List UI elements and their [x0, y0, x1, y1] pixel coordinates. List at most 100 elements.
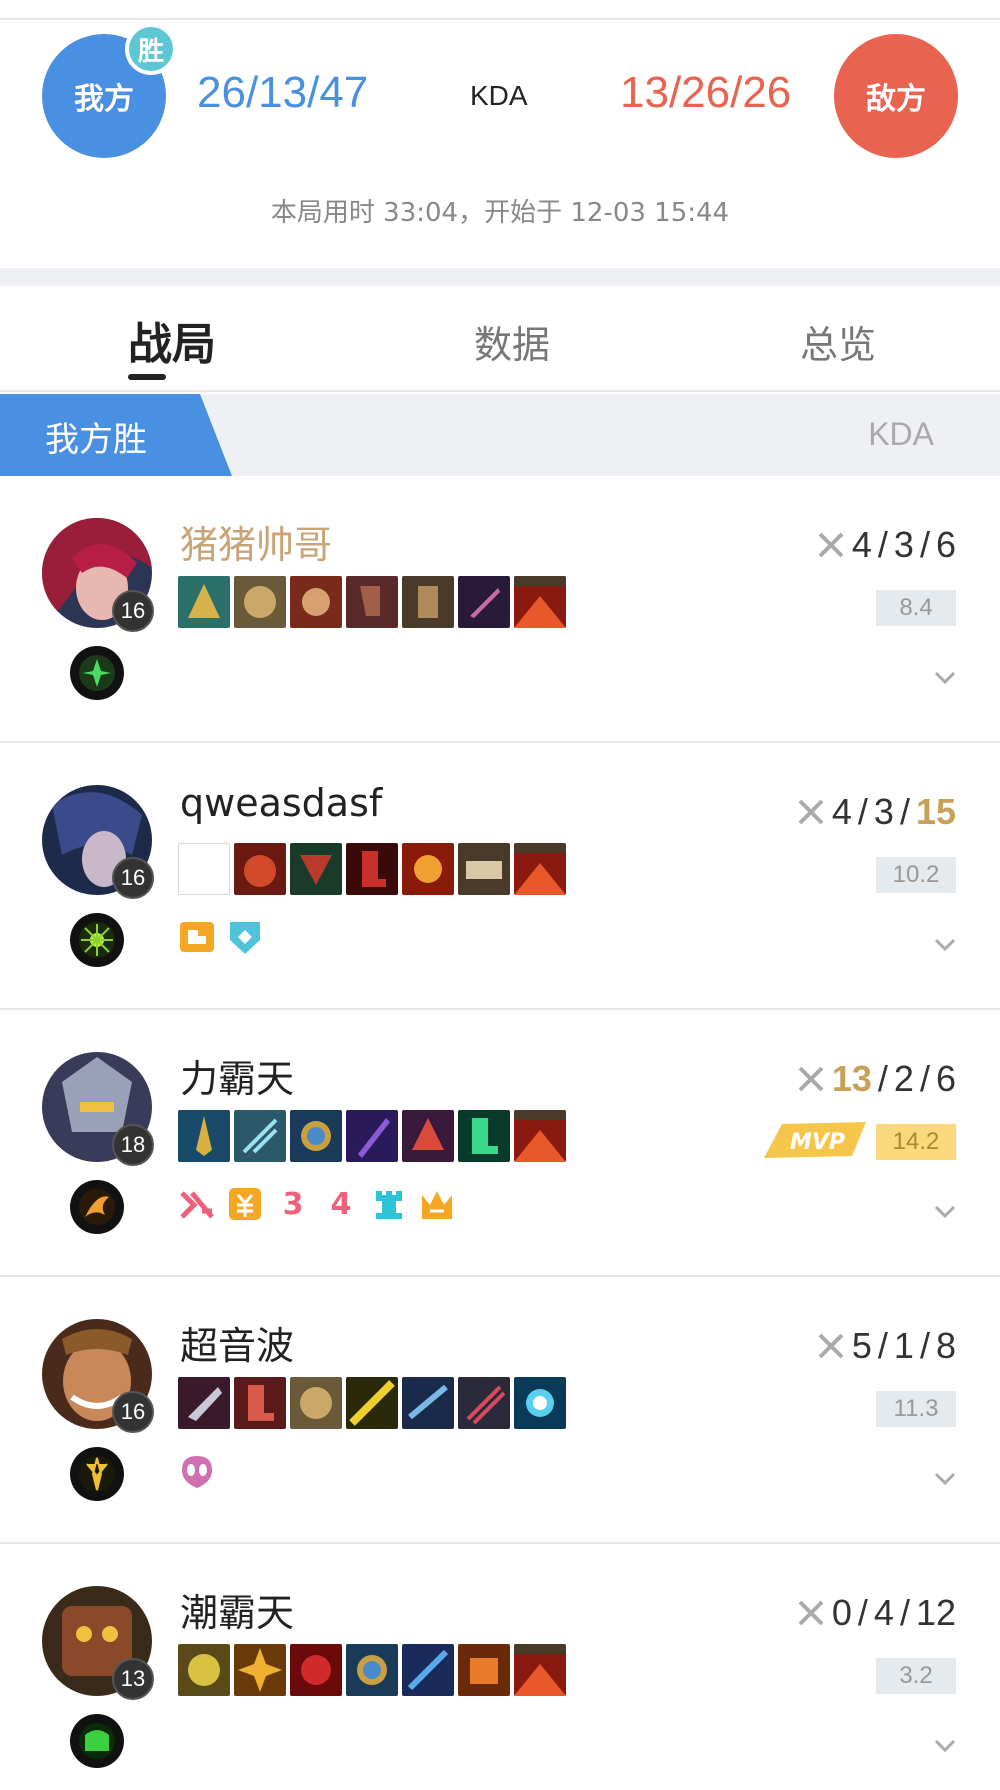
player-row[interactable]: 16 超音波 5/1/8 11.3: [0, 1277, 1000, 1544]
item-icon: [514, 1377, 566, 1429]
fist-badge-icon: [178, 918, 216, 956]
player-kda: 0/4/12: [796, 1592, 956, 1634]
item-icon: [402, 843, 454, 895]
triple-kill-badge-icon: [178, 1185, 216, 1223]
player-row[interactable]: 16 猪猪帅哥 4/3/6 8.4: [0, 476, 1000, 743]
player-row[interactable]: 13 潮霸天 0/4/12 3.2: [0, 1544, 1000, 1790]
item-icon: [346, 1644, 398, 1696]
item-icon: [514, 1110, 566, 1162]
item-icon: [346, 843, 398, 895]
chevron-down-icon[interactable]: [930, 1469, 960, 1489]
rune-gold-spike-icon: [70, 1447, 124, 1501]
kda-kills: 4: [851, 524, 872, 565]
win-badge-label: 胜: [137, 36, 164, 67]
chevron-down-icon[interactable]: [930, 935, 960, 955]
crossed-swords-icon: [798, 1600, 824, 1626]
level-badge: 13: [112, 1658, 154, 1700]
item-icon: [178, 1110, 230, 1162]
shield-badge-icon: [226, 918, 264, 956]
item-icon: [178, 1377, 230, 1429]
item-bar: [178, 843, 566, 895]
kda-deaths: 3: [893, 524, 914, 565]
kda-deaths: 4: [873, 1592, 894, 1633]
player-rating: 10.2: [876, 857, 956, 893]
match-header: 我方 胜 26/13/47 KDA 13/26/26 敌方 本局用时 33:04…: [0, 0, 1000, 268]
4-badge: 4: [330, 1186, 352, 1222]
item-icon: [514, 843, 566, 895]
win-badge: 胜: [125, 23, 177, 75]
rune-green-leaf-icon: [70, 646, 124, 700]
tab-data[interactable]: 数据: [474, 314, 550, 369]
crossed-swords-icon: [798, 1066, 824, 1092]
level-badge: 16: [112, 1391, 154, 1433]
kda-assists: 6: [935, 1058, 956, 1099]
player-name: 超音波: [180, 1324, 295, 1368]
section-divider: [0, 268, 1000, 286]
item-icon: [458, 1644, 510, 1696]
kda-kills: 13: [831, 1058, 872, 1099]
3-badge: 3: [282, 1186, 304, 1222]
item-icon: [346, 1377, 398, 1429]
tower-badge-icon: [370, 1185, 408, 1223]
tab-indicator: [128, 374, 166, 380]
kda-kills: 0: [831, 1592, 852, 1633]
item-icon: [234, 1377, 286, 1429]
enemy-score: 13/26/26: [620, 68, 792, 117]
chevron-down-icon[interactable]: [930, 1202, 960, 1222]
match-info: 本局用时 33:04，开始于 12-03 15:44: [270, 198, 730, 228]
item-icon: [514, 576, 566, 628]
mvp-label: MVP: [790, 1130, 845, 1155]
alien-badge-icon: [178, 1452, 216, 1490]
item-icon: [290, 1110, 342, 1162]
item-icon: [402, 1110, 454, 1162]
player-kda: 4/3/15: [796, 791, 956, 833]
chevron-down-icon[interactable]: [930, 668, 960, 688]
kda-label: KDA: [470, 80, 528, 111]
item-icon: [346, 1110, 398, 1162]
item-icon: [290, 843, 342, 895]
enemy-team-circle: 敌方: [834, 34, 958, 158]
item-icon: [234, 843, 286, 895]
item-icon: [458, 1377, 510, 1429]
our-team-label: 我方: [74, 82, 134, 117]
item-icon: [402, 576, 454, 628]
gold-badge-icon: [226, 1185, 264, 1223]
player-rating: 3.2: [876, 1658, 956, 1694]
player-row[interactable]: 16 qweasdasf 4/3/15 10.2: [0, 743, 1000, 1010]
kda-kills: 4: [831, 791, 852, 832]
rune-orange-wing-icon: [70, 1180, 124, 1234]
player-kda: 13/2/6: [796, 1058, 956, 1100]
player-list: 16 猪猪帅哥 4/3/6 8.4 16 qweasdasf 4 / 3 / 1…: [0, 476, 1000, 1790]
empty-item-slot: [178, 843, 230, 895]
player-name: qweasdasf: [180, 781, 383, 825]
item-icon: [290, 1377, 342, 1429]
item-icon: [458, 576, 510, 628]
team-result-bar: 我方胜 KDA: [0, 394, 1000, 476]
item-icon: [234, 1644, 286, 1696]
kda-assists: 6: [935, 524, 956, 565]
kda-kills: 5: [851, 1325, 872, 1366]
tab-bar: 战局 数据 总览: [0, 286, 1000, 392]
item-icon: [234, 576, 286, 628]
item-bar: [178, 1644, 566, 1696]
item-icon: [178, 1644, 230, 1696]
player-name: 猪猪帅哥: [180, 523, 333, 567]
crossed-swords-icon: [818, 532, 844, 558]
crossed-swords-icon: [818, 1333, 844, 1359]
item-icon: [234, 1110, 286, 1162]
tab-overview[interactable]: 总览: [800, 314, 876, 369]
kda-deaths: 3: [873, 791, 894, 832]
honor-badges: [178, 918, 264, 956]
player-rating: 11.3: [876, 1391, 956, 1427]
enemy-team-label: 敌方: [866, 82, 926, 117]
kda-deaths: 1: [893, 1325, 914, 1366]
item-icon: [290, 576, 342, 628]
top-divider: [0, 18, 1000, 20]
level-badge: 16: [112, 590, 154, 632]
player-name: 潮霸天: [180, 1591, 295, 1635]
player-row[interactable]: 18 力霸天 3 4 13/2/6 MVP 14.2: [0, 1010, 1000, 1277]
kda-deaths: 2: [893, 1058, 914, 1099]
tab-battle[interactable]: 战局: [128, 308, 216, 372]
chevron-down-icon[interactable]: [930, 1736, 960, 1756]
crossed-swords-icon: [798, 799, 824, 825]
